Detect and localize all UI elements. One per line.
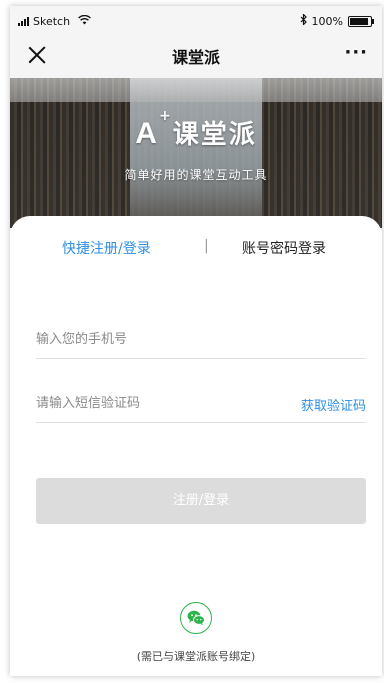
phone-input[interactable]: [36, 324, 256, 354]
tab-divider: |: [204, 238, 209, 254]
tagline: 简单好用的课堂互动工具: [124, 168, 268, 182]
status-right: 100%: [300, 13, 374, 28]
logo-text: 课堂派: [172, 120, 257, 150]
status-bar: Sketch 100%: [10, 6, 382, 34]
logo-plus: +: [158, 108, 173, 124]
login-tabs: 快捷注册/登录 | 账号密码登录: [10, 238, 382, 262]
wechat-login-button[interactable]: [180, 602, 212, 634]
sms-code-input[interactable]: [36, 388, 256, 418]
nav-bar: 课堂派 ···: [10, 34, 382, 78]
battery-percent: 100%: [311, 14, 343, 28]
logo-mark: A: [135, 117, 159, 150]
tab-password-login[interactable]: 账号密码登录: [242, 238, 326, 258]
wechat-bind-note: (需已与课堂派账号绑定): [136, 650, 256, 663]
phone-screen: Sketch 100% 课堂派 ··· A+课堂派 简单好用的课堂互动工具 快捷…: [10, 6, 382, 676]
wifi-icon: [78, 14, 91, 28]
hero-banner: A+课堂派 简单好用的课堂互动工具: [10, 78, 382, 228]
app-logo: A+课堂派: [10, 108, 382, 151]
code-field: 获取验证码: [36, 388, 366, 423]
carrier-label: Sketch: [33, 14, 71, 28]
battery-icon: [348, 15, 374, 27]
signal-icon: [18, 16, 29, 26]
status-left: Sketch: [18, 14, 91, 28]
get-code-button[interactable]: 获取验证码: [301, 395, 366, 414]
bluetooth-icon: [300, 13, 307, 28]
nav-title: 课堂派: [171, 48, 220, 67]
register-login-button[interactable]: 注册/登录: [36, 478, 366, 524]
wechat-icon: [187, 610, 205, 626]
more-icon[interactable]: ···: [344, 44, 368, 62]
phone-field: [36, 324, 366, 359]
tab-quick-login[interactable]: 快捷注册/登录: [62, 238, 151, 258]
login-card: 快捷注册/登录 | 账号密码登录 获取验证码 注册/登录: [10, 216, 382, 676]
